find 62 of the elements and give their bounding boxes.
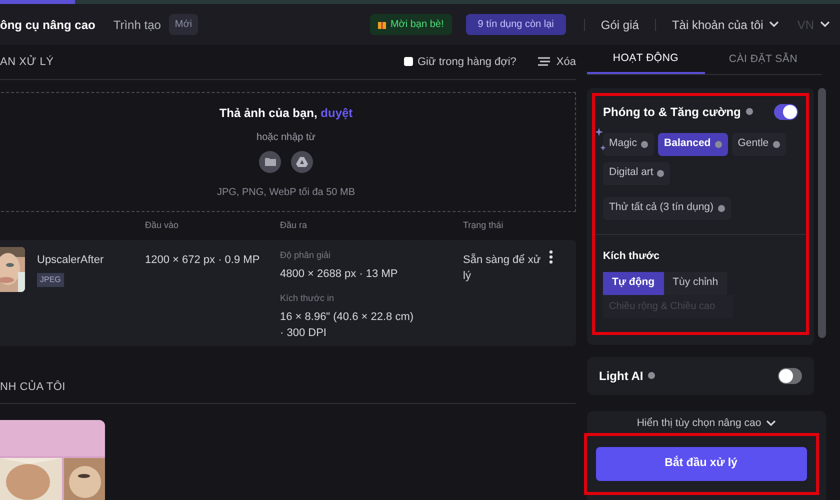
triangle-icon xyxy=(296,156,308,167)
print-label: Kích thước in xyxy=(280,292,335,306)
checkbox[interactable] xyxy=(404,57,414,66)
panel-tab[interactable]: HOẠT ĐỘNG xyxy=(587,45,704,74)
size-option[interactable]: Tự động xyxy=(603,272,664,294)
info-icon xyxy=(657,170,664,177)
setting-title: Kích thước xyxy=(603,248,660,264)
nav-tab[interactable]: Trình tạo xyxy=(113,16,161,34)
info-icon xyxy=(772,140,780,148)
drive-button[interactable] xyxy=(291,150,313,173)
print-size: 16 × 8.96" (40.6 × 22.8 cm) · 300 DPI xyxy=(280,310,415,341)
account-menu[interactable]: Tài khoản của tôi xyxy=(672,16,780,34)
status-text: Sẵn sàng để xử lý xyxy=(463,252,542,284)
panel-tab[interactable]: CÀI ĐẶT SẴN xyxy=(704,45,822,74)
input-size: 1200 × 672 px · 0.9 MP xyxy=(145,253,261,268)
new-badge: Mới xyxy=(168,14,198,35)
credits-badge: 9 tín dụng còn lại xyxy=(466,14,566,35)
chevron-down-icon xyxy=(766,420,776,428)
mode-option[interactable]: Balanced xyxy=(658,132,728,156)
chevron-down-icon xyxy=(820,21,830,28)
start-button[interactable]: Bắt đầu xử lý xyxy=(596,446,806,480)
column-header: Đầu vào xyxy=(145,219,180,232)
setting-title: Light AI xyxy=(599,368,644,385)
folder-button[interactable] xyxy=(259,150,281,173)
more-button[interactable] xyxy=(549,250,553,264)
resolution-label: Độ phân giải xyxy=(280,249,332,262)
folder-icon xyxy=(264,157,276,166)
file-name: UpscalerAfter xyxy=(37,253,104,268)
info-icon xyxy=(746,108,753,116)
gift-icon xyxy=(378,20,386,29)
formats-note: JPG, PNG, WebP tối đa 50 MB xyxy=(216,186,356,200)
info-icon xyxy=(641,140,648,148)
info-icon xyxy=(648,372,656,380)
kebab-icon xyxy=(549,250,553,264)
drop-prompt: Thả ảnh của bạn, duyệt xyxy=(219,104,353,122)
section-title: NH CỦA TÔI xyxy=(0,379,66,396)
mode-option[interactable]: Gentle xyxy=(732,132,786,156)
mode-option[interactable]: Magic xyxy=(603,132,654,156)
mode-option[interactable]: Digital art xyxy=(603,162,670,185)
nav-tab[interactable]: ông cụ nâng cao xyxy=(0,16,96,34)
format-badge: JPEG xyxy=(37,272,64,287)
info-icon xyxy=(718,204,724,212)
section-title: AN XỬ LÝ xyxy=(0,54,54,70)
import-label: hoặc nhập từ xyxy=(256,130,316,145)
lines-icon xyxy=(538,57,550,66)
invite-button[interactable]: Mời bạn bè! xyxy=(370,14,452,35)
info-icon xyxy=(714,140,722,148)
column-header: Trạng thái xyxy=(463,219,504,232)
column-header: Đầu ra xyxy=(280,219,308,232)
mode-option[interactable]: Thử tất cả (3 tín dụng) xyxy=(603,196,730,220)
clear-button[interactable]: Xóa xyxy=(538,54,576,70)
checkbox-label: Giữ trong hàng đợi? xyxy=(417,54,516,70)
drop-zone[interactable]: Thả ảnh của bạn, duyệt hoặc nhập từ JPG, PNG, WebP tối đa 50 MB xyxy=(0,92,576,212)
size-option[interactable]: Tùy chỉnh xyxy=(664,272,728,294)
chevron-down-icon xyxy=(769,21,780,28)
toggle-switch[interactable] xyxy=(774,104,798,120)
advanced-toggle[interactable]: Hiển thị tùy chọn nâng cao xyxy=(636,416,776,432)
setting-title: Phóng to & Tăng cường xyxy=(603,104,741,121)
toggle-switch[interactable] xyxy=(778,368,802,384)
scrollbar[interactable] xyxy=(818,88,826,338)
pricing-link[interactable]: Gói giá xyxy=(600,16,639,34)
output-resolution: 4800 × 2688 px · 13 MP xyxy=(280,266,399,282)
